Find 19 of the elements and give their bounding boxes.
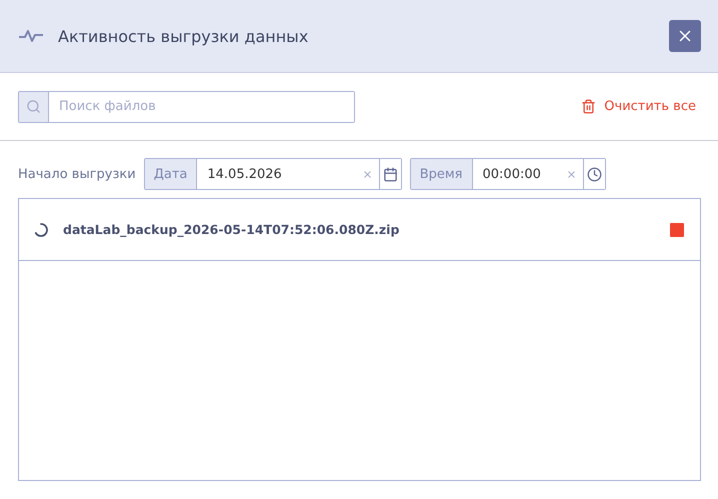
search-icon (26, 99, 41, 114)
clock-button[interactable] (582, 159, 605, 189)
calendar-icon (382, 166, 398, 182)
calendar-button[interactable] (378, 159, 401, 189)
pulse-icon (18, 29, 44, 43)
time-field[interactable]: Время 00:00:00 (410, 158, 606, 190)
time-addon: Время (410, 159, 472, 189)
file-name: dataLab_backup_2026-05-14T07:52:06.080Z.zip (63, 222, 400, 237)
clock-icon (586, 166, 602, 182)
stop-button[interactable] (670, 222, 684, 236)
close-button[interactable] (669, 20, 701, 52)
date-field[interactable]: Дата 14.05.2026 (144, 158, 402, 190)
trash-icon (581, 99, 596, 114)
spinner-icon (33, 222, 49, 238)
start-label: Начало выгрузки (18, 166, 136, 182)
date-addon: Дата (144, 159, 198, 189)
window-title: Активность выгрузки данных (58, 26, 310, 46)
search-field[interactable]: Поиск файлов (18, 90, 355, 122)
clear-all-button[interactable]: Очистить все (581, 99, 696, 114)
